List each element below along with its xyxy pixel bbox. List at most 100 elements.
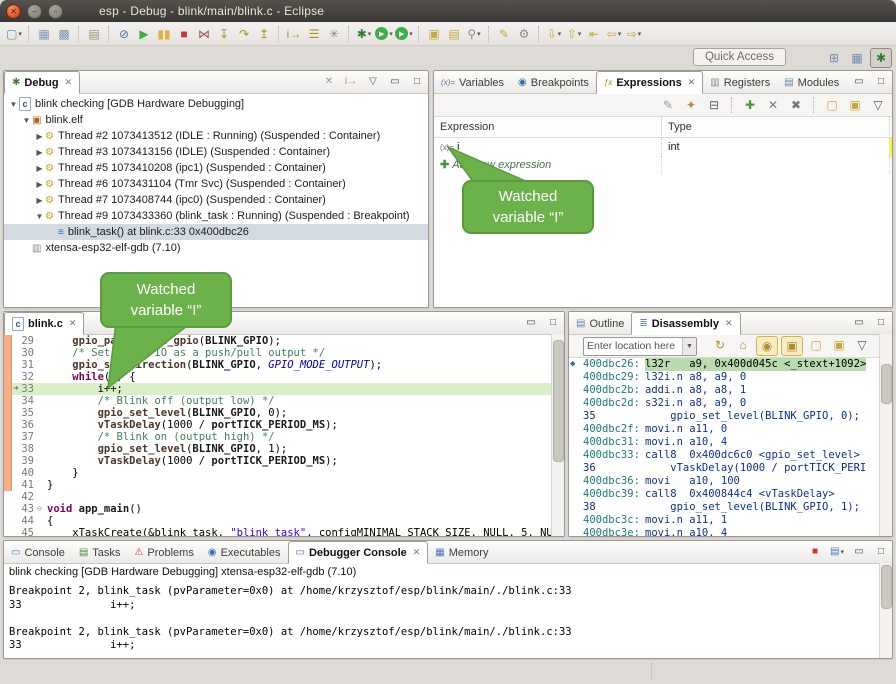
code-line[interactable]: 45 xTaskCreate(&blink_task, "blink_task"…: [4, 527, 564, 537]
minimize-icon[interactable]: ▭: [851, 544, 867, 559]
code-line[interactable]: 31 gpio_set_direction(BLINK_GPIO, GPIO_M…: [4, 359, 564, 371]
debug-tree-item[interactable]: ▶⚙Thread #3 1073413156 (IDLE) (Suspended…: [4, 144, 428, 160]
tab-debugger-console[interactable]: ▭Debugger Console✕: [288, 541, 429, 564]
combo-dropdown-icon[interactable]: ▼: [682, 338, 696, 355]
disassembly-row[interactable]: 400dbc2b:addi.n a8, a8, 1: [569, 384, 892, 397]
disassembly-row[interactable]: ◆400dbc26:l32r a9, 0x400d045c <_stext+10…: [569, 358, 892, 371]
disassembly-scrollbar[interactable]: [879, 334, 892, 536]
step-return-icon[interactable]: ↥: [254, 25, 274, 43]
debug-tree-item[interactable]: ▶⚙Thread #2 1073413512 (IDLE : Running) …: [4, 128, 428, 144]
tab-disassembly[interactable]: ≣Disassembly✕: [631, 312, 740, 335]
code-line[interactable]: 41}: [4, 479, 564, 491]
code-line[interactable]: 40 }: [4, 467, 564, 479]
tree-expand-icon[interactable]: ▶: [34, 196, 45, 205]
location-combo[interactable]: Enter location here ▼: [583, 337, 697, 356]
debug-tree-item[interactable]: ▶⚙Thread #6 1073431104 (Tmr Svc) (Suspen…: [4, 176, 428, 192]
track-expression-icon[interactable]: ▣: [781, 336, 803, 356]
resume-icon[interactable]: ▶: [134, 25, 154, 43]
minimize-icon[interactable]: ▭: [851, 315, 867, 330]
tab-close-icon[interactable]: ✕: [725, 318, 733, 329]
code-line[interactable]: ➜33 i++;: [4, 383, 564, 395]
disassembly-scroll-thumb[interactable]: [881, 364, 892, 404]
console-scroll-thumb[interactable]: [881, 565, 892, 609]
cpp-perspective-icon[interactable]: ▦: [847, 49, 867, 67]
tab-debug[interactable]: ✱Debug✕: [4, 71, 80, 94]
next-annotation-icon[interactable]: ⇩▾: [544, 25, 564, 43]
instruction-stepping-mode-icon[interactable]: i→: [343, 74, 359, 89]
debug-tree-item[interactable]: ▼▣blink.elf: [4, 112, 428, 128]
minimize-icon[interactable]: ▭: [387, 74, 403, 89]
view-menu-icon[interactable]: ▽: [365, 74, 381, 89]
external-tools-icon[interactable]: ▶▾: [394, 25, 414, 43]
console-scrollbar[interactable]: [879, 563, 892, 658]
debug-perspective-icon[interactable]: ✱: [870, 48, 892, 68]
disassembly-row[interactable]: 400dbc33:call8 0x400dc6c0 <gpio_set_leve…: [569, 449, 892, 462]
last-edit-location-icon[interactable]: ⇤: [584, 25, 604, 43]
step-over-icon[interactable]: ↷: [234, 25, 254, 43]
code-line[interactable]: 39 vTaskDelay(1000 / portTICK_PERIOD_MS)…: [4, 455, 564, 467]
code-line[interactable]: 44{: [4, 515, 564, 527]
maximize-icon[interactable]: □: [545, 315, 561, 330]
debug-tree-item[interactable]: ▼cblink checking [GDB Hardware Debugging…: [4, 96, 428, 112]
view-menu-icon[interactable]: ▽: [852, 336, 872, 354]
disassembly-row[interactable]: 36 vTaskDelay(1000 / portTICK_PERI: [569, 462, 892, 475]
remove-all-terminated-icon[interactable]: ✕: [321, 74, 337, 89]
editor-scrollbar[interactable]: [551, 334, 564, 536]
new-view-icon[interactable]: ▢: [822, 96, 842, 114]
open-perspective-icon[interactable]: ⊞: [824, 49, 844, 67]
step-filters-config-icon[interactable]: ✳: [324, 25, 344, 43]
debug-tree-item[interactable]: ≡blink_task() at blink.c:33 0x400dbc26: [4, 224, 428, 240]
terminate-console-icon[interactable]: ■: [807, 544, 823, 559]
debug-icon[interactable]: ✱▾: [354, 25, 374, 43]
editor-scroll-thumb[interactable]: [553, 340, 564, 462]
skip-all-breakpoints-icon[interactable]: ⊘: [114, 25, 134, 43]
tab-problems[interactable]: ⚠Problems: [127, 542, 200, 563]
pin-view-icon[interactable]: ▣: [829, 336, 849, 354]
tab-memory[interactable]: ▦Memory: [428, 542, 495, 563]
save-all-icon[interactable]: ▩: [54, 25, 74, 43]
show-source-icon[interactable]: ◉: [756, 336, 778, 356]
build-settings-icon[interactable]: ⚙: [514, 25, 534, 43]
back-icon[interactable]: ⇦▾: [604, 25, 624, 43]
build-icon[interactable]: ▤: [84, 25, 104, 43]
tree-collapse-icon[interactable]: ▼: [34, 212, 45, 221]
code-line[interactable]: 37 /* Blink on (output high) */: [4, 431, 564, 443]
quick-access-button[interactable]: Quick Access: [693, 48, 786, 66]
code-line[interactable]: 32 while(1) {: [4, 371, 564, 383]
disassembly-row[interactable]: 400dbc31:movi.n a10, 4: [569, 436, 892, 449]
tab-variables[interactable]: (x)=Variables: [434, 72, 511, 93]
instruction-stepping-icon[interactable]: i→: [284, 25, 304, 43]
code-editor[interactable]: 29 gpio_pad_select_gpio(BLINK_GPIO);30 /…: [4, 335, 564, 537]
suspend-icon[interactable]: ▮▮: [154, 25, 174, 43]
column-expression[interactable]: Expression: [434, 117, 662, 138]
disconnect-icon[interactable]: ⋈: [194, 25, 214, 43]
mark-occurrences-icon[interactable]: ✎: [494, 25, 514, 43]
tab-outline[interactable]: ▤Outline: [569, 313, 631, 334]
tree-expand-icon[interactable]: ▶: [34, 132, 45, 141]
debug-tree-item[interactable]: ▼⚙Thread #9 1073433360 (blink_task : Run…: [4, 208, 428, 224]
disassembly-row[interactable]: 38 gpio_set_level(BLINK_GPIO, 1);: [569, 501, 892, 514]
code-line[interactable]: 34 /* Blink off (output low) */: [4, 395, 564, 407]
fold-marker-icon[interactable]: ⊖: [37, 503, 47, 515]
tab-blink-c[interactable]: cblink.c✕: [4, 312, 84, 335]
close-icon[interactable]: ✕: [6, 4, 21, 19]
tree-expand-icon[interactable]: ▶: [34, 148, 45, 157]
remove-selected-icon[interactable]: ✕: [763, 96, 783, 114]
new-view-icon[interactable]: ▢: [806, 336, 826, 354]
tree-collapse-icon[interactable]: ▼: [21, 116, 32, 125]
debug-tree-item[interactable]: ▶⚙Thread #7 1073408744 (ipc0) (Suspended…: [4, 192, 428, 208]
tab-close-icon[interactable]: ✕: [688, 77, 696, 88]
disassembly-row[interactable]: 400dbc3e:movi.n a10, 4: [569, 527, 892, 537]
view-menu-icon[interactable]: ▽: [868, 96, 888, 114]
debug-tree-item[interactable]: ▥xtensa-esp32-elf-gdb (7.10): [4, 240, 428, 256]
code-line[interactable]: 35 gpio_set_level(BLINK_GPIO, 0);: [4, 407, 564, 419]
forward-icon[interactable]: ⇨▾: [624, 25, 644, 43]
tab-close-icon[interactable]: ✕: [413, 547, 421, 558]
show-logical-structures-icon[interactable]: ✦: [681, 96, 701, 114]
disassembly-row[interactable]: 400dbc39:call8 0x400844c4 <vTaskDelay>: [569, 488, 892, 501]
new-icon[interactable]: ▢▾: [4, 25, 24, 43]
pin-view-icon[interactable]: ▣: [845, 96, 865, 114]
tab-modules[interactable]: ▤Modules: [777, 72, 846, 93]
minimize-icon[interactable]: ▭: [851, 74, 867, 89]
add-expression-icon[interactable]: ✚: [740, 96, 760, 114]
